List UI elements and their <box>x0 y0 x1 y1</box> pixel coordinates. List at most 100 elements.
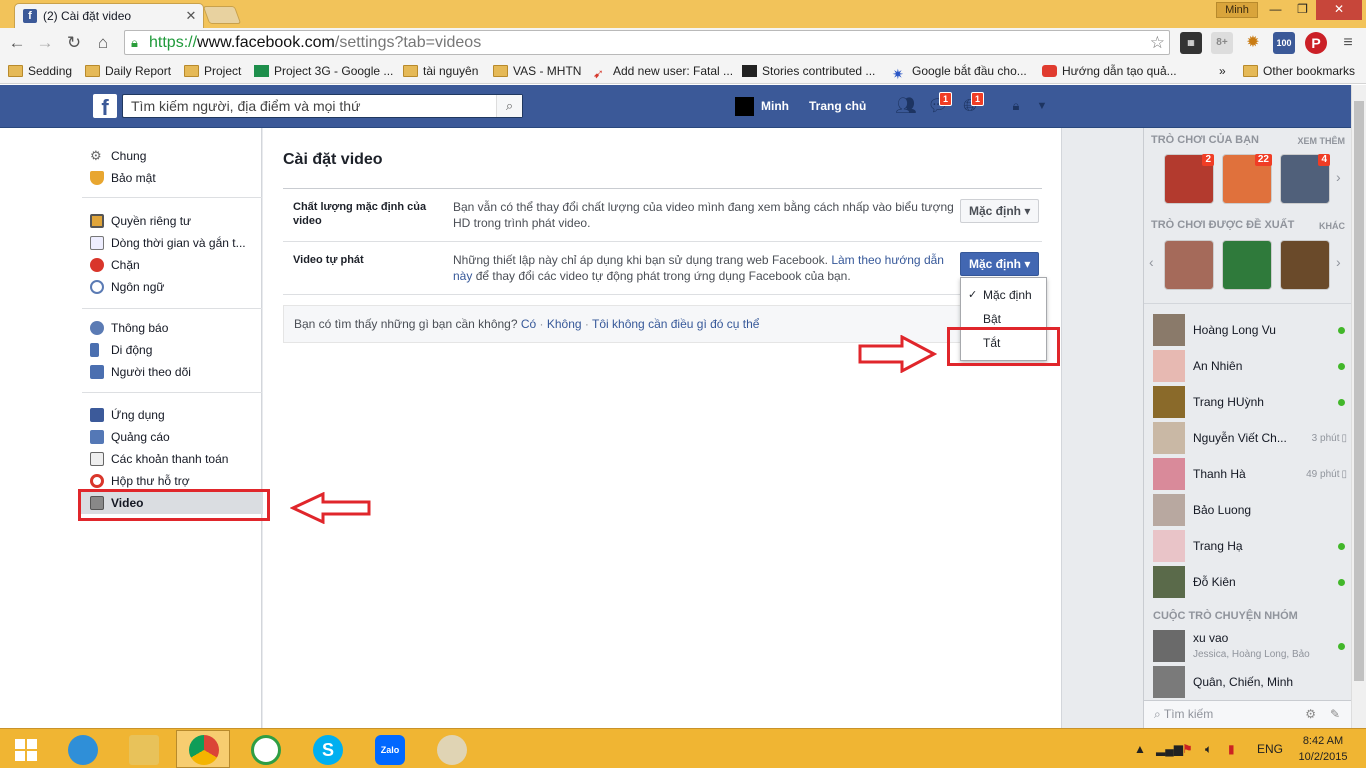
suggested-game-1[interactable] <box>1164 240 1214 290</box>
page-scrollbar[interactable] <box>1351 85 1366 728</box>
bookmark-link[interactable]: ➹ Add new user: Fatal ... <box>593 62 733 81</box>
address-bar[interactable]: 🔒︎ https://www.facebook.com/settings?tab… <box>124 30 1170 55</box>
bookmark-star-icon[interactable]: ☆ <box>1150 31 1165 54</box>
account-menu-chevron-down-icon[interactable]: ▼ <box>1030 95 1054 117</box>
volume-icon[interactable]: 🔈︎ <box>1205 729 1212 768</box>
chevron-left-icon[interactable]: ‹ <box>1149 254 1154 270</box>
input-language[interactable]: ENG <box>1257 729 1283 768</box>
compose-icon[interactable]: ✎ <box>1330 701 1340 727</box>
sidebar-item-security[interactable]: Bảo mật <box>82 167 262 189</box>
games-see-more-link[interactable]: XEM THÊM <box>1297 136 1345 146</box>
scroll-thumb[interactable] <box>1354 101 1364 681</box>
option-default[interactable]: ✓ Mặc định <box>961 283 1046 307</box>
start-button[interactable] <box>0 730 52 768</box>
sidebar-item-notifications[interactable]: Thông báo <box>82 317 262 339</box>
suggested-games-more-link[interactable]: KHÁC <box>1319 221 1345 231</box>
bookmark-link[interactable]: Stories contributed ... <box>742 62 875 80</box>
settings-gear-icon[interactable]: ⚙ <box>1305 701 1316 727</box>
home-link[interactable]: Trang chủ <box>809 97 866 116</box>
sidebar-item-payments[interactable]: Các khoản thanh toán <box>82 448 262 470</box>
contact-item[interactable]: Nguyễn Viết Ch... 3 phút ▯ <box>1153 421 1349 455</box>
taskbar-explorer[interactable] <box>116 730 170 768</box>
notifications-globe-icon[interactable]: 🌐︎ 1 <box>958 92 984 117</box>
game-candy-crush[interactable]: 22 <box>1222 154 1272 204</box>
forward-icon[interactable]: → <box>34 32 56 54</box>
bookmark-folder[interactable]: Daily Report <box>85 62 171 80</box>
minimize-button[interactable]: — <box>1262 0 1289 20</box>
taskbar-chrome[interactable] <box>176 730 230 768</box>
power-status-icon[interactable]: ▮ <box>1228 729 1235 768</box>
bookmark-link[interactable]: ✷ Google bắt đầu cho... <box>892 62 1027 82</box>
taskbar-clock[interactable]: 8:42 AM 10/2/2015 <box>1296 733 1350 765</box>
group-chat-item[interactable]: Quân, Chiến, Minh <box>1153 665 1349 699</box>
suggested-game-solitaire[interactable] <box>1222 240 1272 290</box>
taskbar-skype[interactable]: S <box>300 730 354 768</box>
feedback-no-link[interactable]: Không <box>547 317 582 331</box>
messages-icon[interactable]: 💬︎ 1 <box>926 92 952 117</box>
chrome-menu-icon[interactable]: ≡ <box>1337 32 1359 54</box>
game-angry-birds[interactable]: 2 <box>1164 154 1214 204</box>
extension-100-icon[interactable]: 100 <box>1273 32 1295 54</box>
sidebar-item-mobile[interactable]: Di động <box>82 339 262 361</box>
sidebar-item-general[interactable]: ⚙ Chung <box>82 145 262 167</box>
feedback-other-link[interactable]: Tôi không cần điều gì đó cụ thể <box>592 317 759 331</box>
other-bookmarks[interactable]: Other bookmarks <box>1243 62 1355 80</box>
bookmarks-overflow-button[interactable]: » <box>1219 62 1226 80</box>
group-chat-item[interactable]: xu vao Jessica, Hoàng Long, Bảo <box>1153 628 1349 664</box>
contact-item[interactable]: Trang HUỳnh <box>1153 385 1349 419</box>
sidebar-item-blocking[interactable]: Chặn <box>82 254 262 276</box>
suggested-game-3[interactable] <box>1280 240 1330 290</box>
sidebar-item-apps[interactable]: Ứng dụng <box>82 404 262 426</box>
contact-item[interactable]: An Nhiên <box>1153 349 1349 383</box>
reload-icon[interactable]: ↻ <box>63 32 85 54</box>
show-hidden-icons-chevron-up-icon[interactable]: ▲ <box>1134 729 1146 768</box>
sidebar-item-privacy[interactable]: Quyền riêng tư <box>82 210 262 232</box>
taskbar-ie[interactable] <box>55 730 109 768</box>
home-icon[interactable]: ⌂ <box>92 32 114 54</box>
bookmark-folder[interactable]: tài nguyên <box>403 62 478 80</box>
new-tab-button[interactable] <box>202 6 242 24</box>
default-quality-dropdown[interactable]: Mặc định ▾ <box>960 199 1040 223</box>
bookmark-link[interactable]: Project 3G - Google ... <box>254 62 393 80</box>
facebook-search-input[interactable]: Tìm kiếm người, địa điểm và mọi thứ ⌕ <box>122 94 523 118</box>
sidebar-item-ads[interactable]: Quảng cáo <box>82 426 262 448</box>
chevron-right-icon[interactable]: › <box>1336 254 1341 270</box>
taskbar-zalo[interactable]: Zalo <box>362 730 416 768</box>
browser-tab[interactable]: f (2) Cài đặt video ✕ <box>14 3 204 28</box>
autoplay-dropdown[interactable]: Mặc định ▾ <box>960 252 1040 276</box>
bookmark-link[interactable]: Hướng dẫn tạo quả... <box>1042 62 1177 80</box>
bookmark-folder[interactable]: Sedding <box>8 62 72 80</box>
bookmark-folder[interactable]: Project <box>184 62 241 80</box>
maximize-button[interactable]: ❐ <box>1289 0 1316 20</box>
contact-item[interactable]: Thanh Hà 49 phút ▯ <box>1153 457 1349 491</box>
facebook-logo-icon[interactable]: f <box>93 94 117 120</box>
gear-extension-icon[interactable]: ✹ <box>1242 32 1264 54</box>
tab-close-icon[interactable]: ✕ <box>183 8 199 24</box>
network-signal-icon[interactable]: ▂▄▆ <box>1156 729 1183 768</box>
qr-extension-icon[interactable]: ▦ <box>1180 32 1202 54</box>
game-football-2015[interactable]: 4 <box>1280 154 1330 204</box>
contact-item[interactable]: Bảo Luong <box>1153 493 1349 527</box>
pinterest-icon[interactable]: P <box>1305 32 1327 54</box>
close-window-button[interactable]: ✕ <box>1316 0 1362 20</box>
feedback-yes-link[interactable]: Có <box>521 317 536 331</box>
sidebar-item-language[interactable]: Ngôn ngữ <box>82 276 262 298</box>
taskbar-app-green[interactable] <box>238 730 292 768</box>
profile-link[interactable]: Minh <box>761 97 789 116</box>
sidebar-item-followers[interactable]: Người theo dõi <box>82 361 262 383</box>
friend-requests-icon[interactable]: 👥︎ <box>894 95 918 117</box>
contact-item[interactable]: Đỗ Kiên <box>1153 565 1349 599</box>
avatar[interactable] <box>735 97 754 116</box>
contact-item[interactable]: Trang Hạ <box>1153 529 1349 563</box>
search-icon[interactable]: ⌕ <box>496 95 522 117</box>
contact-item[interactable]: Hoàng Long Vu <box>1153 313 1349 347</box>
chat-search-input[interactable]: ⌕ Tìm kiếm ⚙ ✎ <box>1144 700 1352 728</box>
privacy-lock-icon[interactable]: 🔒︎ <box>1004 95 1028 117</box>
taskbar-paint[interactable] <box>424 730 478 768</box>
bookmark-folder[interactable]: VAS - MHTN <box>493 62 581 80</box>
sidebar-item-timeline[interactable]: Dòng thời gian và gắn t... <box>82 232 262 254</box>
back-icon[interactable]: ← <box>6 32 28 54</box>
action-center-flag-icon[interactable]: ⚑ <box>1182 729 1193 768</box>
chevron-right-icon[interactable]: › <box>1336 169 1341 185</box>
chrome-user-badge[interactable]: Minh <box>1216 2 1258 18</box>
